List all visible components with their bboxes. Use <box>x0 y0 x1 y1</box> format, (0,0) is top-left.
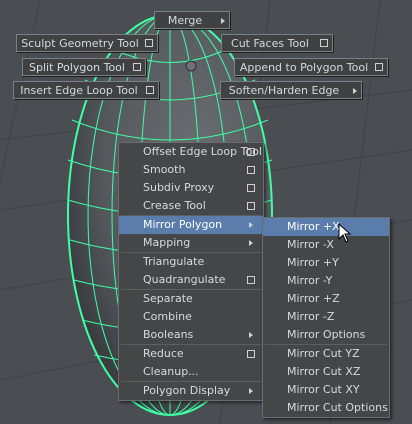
append-to-polygon-tool-button[interactable]: Append to Polygon Tool <box>234 58 388 76</box>
submenu-arrow-icon <box>249 388 253 394</box>
menu-item-offset-edge-loop-tool[interactable]: Offset Edge Loop Tool <box>119 143 263 161</box>
menu-item-mirror-minus-x[interactable]: Mirror -X <box>263 236 389 254</box>
menu-item-mirror-plus-y[interactable]: Mirror +Y <box>263 254 389 272</box>
soften-harden-edge-label: Soften/Harden Edge <box>228 84 340 97</box>
menu-item-label: Mirror Polygon <box>143 218 223 231</box>
submenu-arrow-icon <box>221 18 225 24</box>
menu-item-label: Mirror -Y <box>287 274 333 287</box>
menu-item-label: Mirror +Z <box>287 292 340 305</box>
cut-faces-tool-button[interactable]: Cut Faces Tool <box>221 34 333 52</box>
menu-item-label: Mirror Cut XZ <box>287 365 361 378</box>
menu-item-quadrangulate[interactable]: Quadrangulate <box>119 271 263 289</box>
submenu-arrow-icon <box>249 222 253 228</box>
menu-item-mapping[interactable]: Mapping <box>119 234 263 252</box>
menu-item-mirror-minus-z[interactable]: Mirror -Z <box>263 308 389 326</box>
menu-item-label: Quadrangulate <box>143 273 226 286</box>
menu-item-crease-tool[interactable]: Crease Tool <box>119 197 263 215</box>
merge-button[interactable]: Merge <box>154 11 230 29</box>
menu-item-label: Mirror +X <box>287 220 340 233</box>
menu-item-label: Separate <box>143 292 193 305</box>
menu-item-label: Smooth <box>143 163 186 176</box>
menu-item-smooth[interactable]: Smooth <box>119 161 263 179</box>
marking-menu-center <box>185 60 197 72</box>
append-to-polygon-tool-label: Append to Polygon Tool <box>239 61 369 74</box>
menu-item-label: Reduce <box>143 347 184 360</box>
menu-item-label: Polygon Display <box>143 384 231 397</box>
menu-item-mirror-plus-x[interactable]: Mirror +X <box>263 218 389 236</box>
option-box-icon[interactable] <box>247 148 255 156</box>
submenu-arrow-icon <box>249 332 253 338</box>
menu-item-label: Combine <box>143 310 192 323</box>
split-polygon-tool-label: Split Polygon Tool <box>29 61 125 74</box>
option-box-icon[interactable] <box>247 276 255 284</box>
submenu-arrow-icon <box>249 240 253 246</box>
menu-item-mirror-cut-xz[interactable]: Mirror Cut XZ <box>263 363 389 381</box>
menu-item-cleanup[interactable]: Cleanup... <box>119 363 263 381</box>
menu-item-label: Crease Tool <box>143 199 206 212</box>
option-box-icon[interactable] <box>375 63 383 71</box>
option-box-icon[interactable] <box>247 184 255 192</box>
menu-item-label: Triangulate <box>143 255 205 268</box>
menu-item-mirror-cut-yz[interactable]: Mirror Cut YZ <box>263 345 389 363</box>
polygon-context-menu: Offset Edge Loop Tool Smooth Subdiv Prox… <box>118 142 264 401</box>
option-box-icon[interactable] <box>320 39 328 47</box>
menu-item-label: Mirror -X <box>287 238 334 251</box>
option-box-icon[interactable] <box>146 86 154 94</box>
menu-item-booleans[interactable]: Booleans <box>119 326 263 344</box>
mirror-polygon-submenu: Mirror +X Mirror -X Mirror +Y Mirror -Y … <box>262 217 390 418</box>
menu-item-mirror-options[interactable]: Mirror Options <box>263 326 389 344</box>
menu-item-label: Booleans <box>143 328 194 341</box>
menu-item-label: Mirror Cut YZ <box>287 347 360 360</box>
sculpt-geometry-tool-label: Sculpt Geometry Tool <box>21 37 139 50</box>
menu-item-mirror-polygon[interactable]: Mirror Polygon <box>119 216 263 234</box>
menu-item-reduce[interactable]: Reduce <box>119 345 263 363</box>
option-box-icon[interactable] <box>145 39 153 47</box>
cut-faces-tool-label: Cut Faces Tool <box>231 37 309 50</box>
option-box-icon[interactable] <box>247 202 255 210</box>
mouse-cursor-icon <box>338 223 352 243</box>
menu-item-label: Mirror -Z <box>287 310 335 323</box>
merge-label: Merge <box>167 14 203 27</box>
menu-item-separate[interactable]: Separate <box>119 290 263 308</box>
menu-item-label: Offset Edge Loop Tool <box>143 145 262 158</box>
option-box-icon[interactable] <box>247 350 255 358</box>
menu-item-label: Subdiv Proxy <box>143 181 215 194</box>
menu-item-label: Mapping <box>143 236 191 249</box>
option-box-icon[interactable] <box>133 63 141 71</box>
menu-item-subdiv-proxy[interactable]: Subdiv Proxy <box>119 179 263 197</box>
menu-item-label: Mirror +Y <box>287 256 339 269</box>
split-polygon-tool-button[interactable]: Split Polygon Tool <box>22 58 146 76</box>
insert-edge-loop-tool-label: Insert Edge Loop Tool <box>20 84 138 97</box>
menu-item-label: Mirror Cut XY <box>287 383 360 396</box>
menu-item-triangulate[interactable]: Triangulate <box>119 253 263 271</box>
sculpt-geometry-tool-button[interactable]: Sculpt Geometry Tool <box>16 34 158 52</box>
soften-harden-edge-button[interactable]: Soften/Harden Edge <box>220 81 362 99</box>
menu-item-polygon-display[interactable]: Polygon Display <box>119 382 263 400</box>
menu-item-mirror-cut-options[interactable]: Mirror Cut Options <box>263 399 389 417</box>
menu-item-mirror-minus-y[interactable]: Mirror -Y <box>263 272 389 290</box>
menu-item-label: Mirror Options <box>287 328 366 341</box>
menu-item-mirror-cut-xy[interactable]: Mirror Cut XY <box>263 381 389 399</box>
menu-item-label: Cleanup... <box>143 365 199 378</box>
menu-item-combine[interactable]: Combine <box>119 308 263 326</box>
insert-edge-loop-tool-button[interactable]: Insert Edge Loop Tool <box>13 81 159 99</box>
menu-item-label: Mirror Cut Options <box>287 401 388 414</box>
menu-item-mirror-plus-z[interactable]: Mirror +Z <box>263 290 389 308</box>
option-box-icon[interactable] <box>247 166 255 174</box>
submenu-arrow-icon <box>353 88 357 94</box>
